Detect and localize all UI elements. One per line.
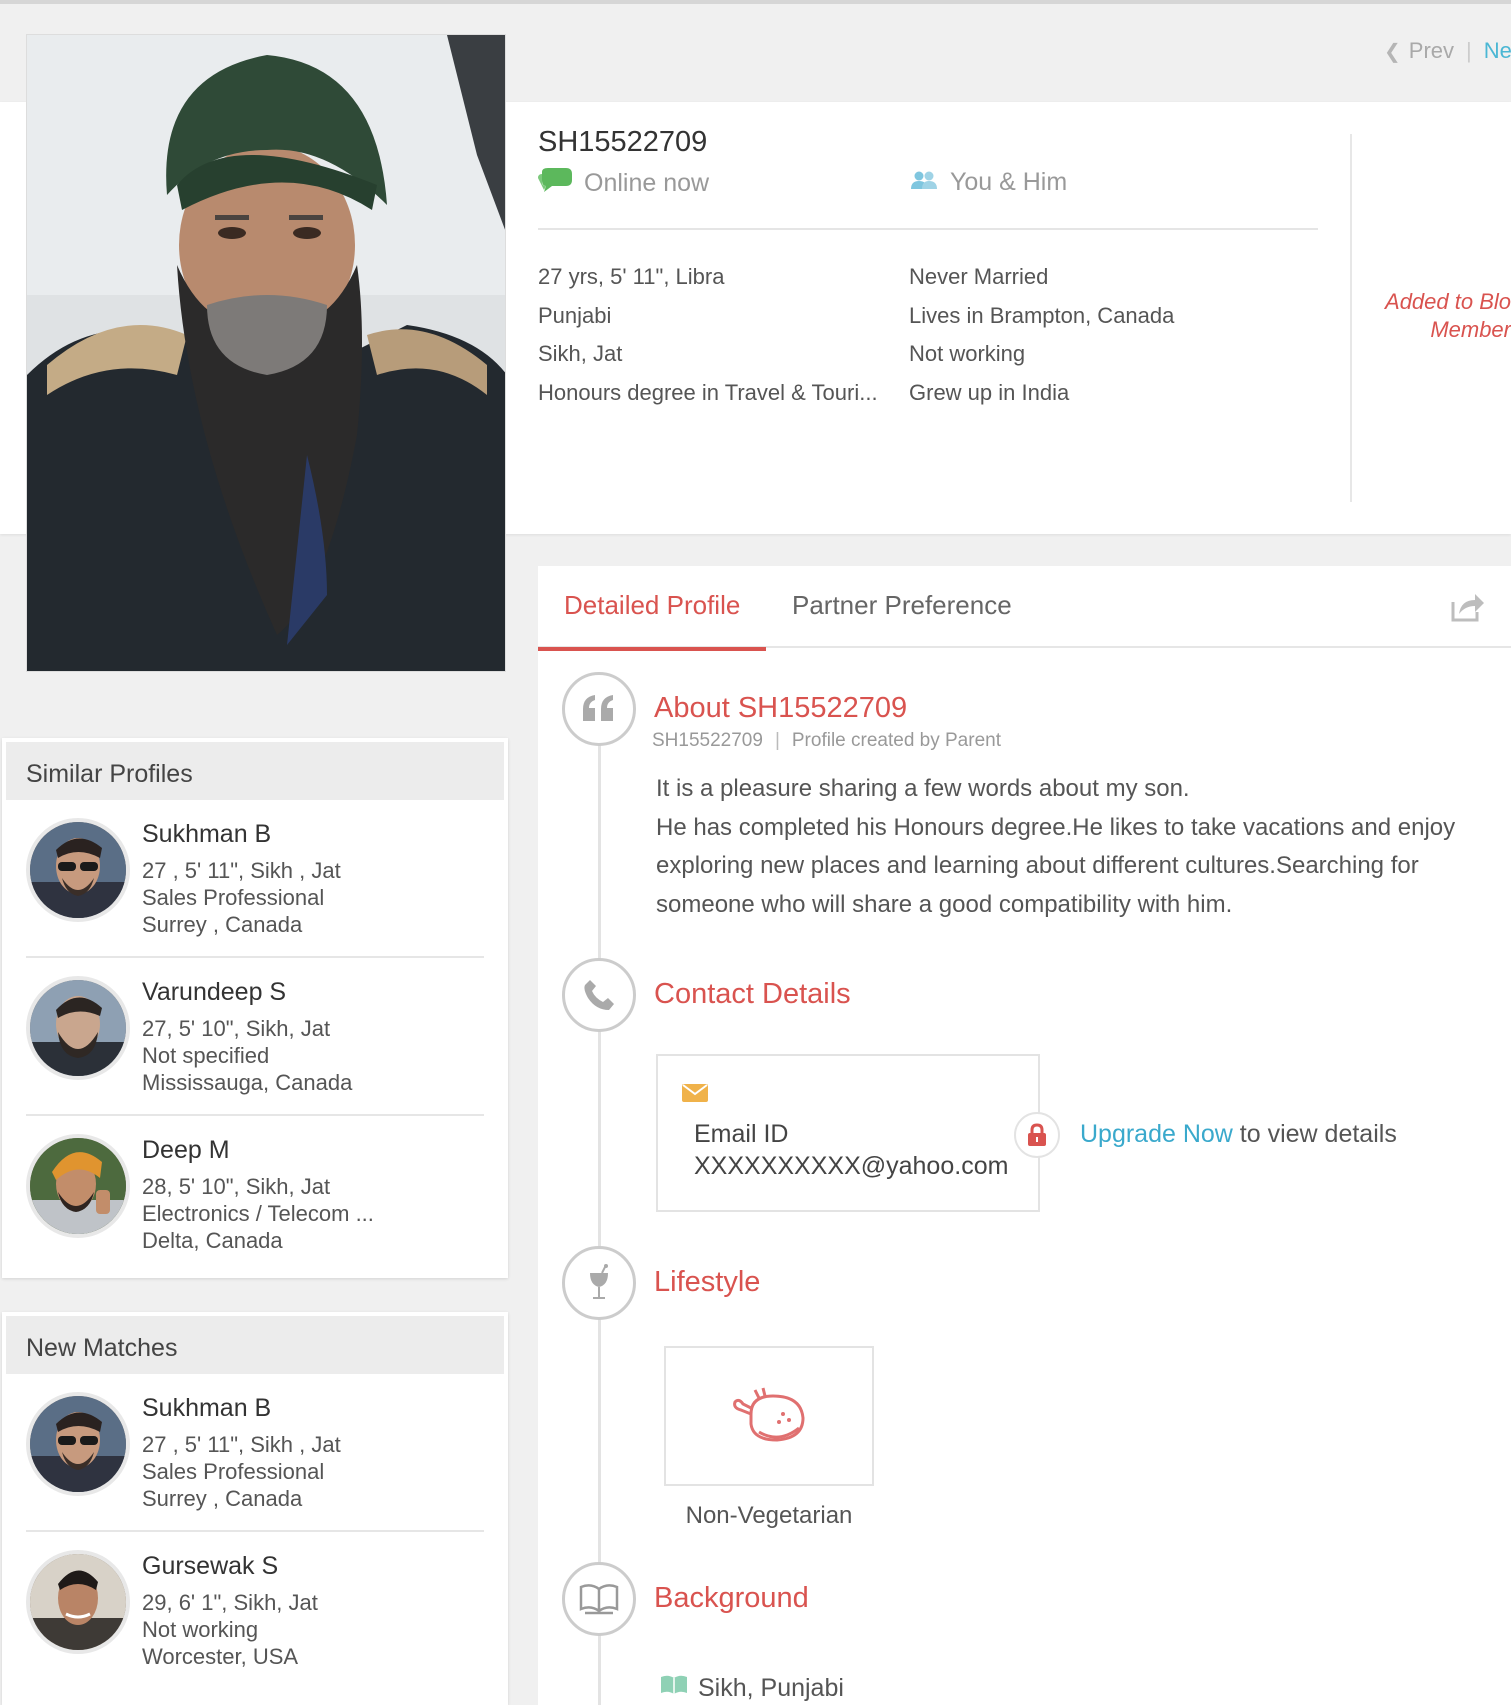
diet-box [664, 1346, 874, 1486]
lifestyle-title: Lifestyle [654, 1266, 761, 1298]
diet-label: Non-Vegetarian [685, 1502, 853, 1529]
new-match-item[interactable]: Sukhman B 27 , 5' 11", Sikh , Jat Sales … [26, 1374, 484, 1532]
profile-tabs: Detailed Profile Partner Preference [537, 566, 1511, 651]
profile-photo[interactable] [26, 34, 506, 672]
upgrade-now-link[interactable]: Upgrade Now [1080, 1120, 1233, 1148]
fact-grew-up: Grew up in India [909, 379, 1070, 405]
blocked-notice-line1: Added to Bloc [1385, 289, 1511, 314]
profile-location: Surrey , Canada [142, 912, 303, 937]
new-match-item[interactable]: Gursewak S 29, 6' 1", Sikh, Jat Not work… [26, 1532, 484, 1690]
similar-profiles-card: Similar Profiles Sukhman B 27 , 5' 11", … [2, 738, 508, 1278]
profile-occupation: Electronics / Telecom ... [142, 1201, 374, 1226]
profile-occupation: Not working [142, 1617, 259, 1642]
about-text-line2: He has completed his Honours degree.He l… [656, 813, 1456, 918]
envelope-icon [682, 1084, 708, 1107]
profile-basics: 28, 5' 10", Sikh, Jat [142, 1174, 331, 1199]
profile-basics: 29, 6' 1", Sikh, Jat [142, 1590, 318, 1615]
tab-partner-preference[interactable]: Partner Preference [792, 590, 1012, 621]
similar-profiles-title: Similar Profiles [6, 742, 504, 800]
lock-icon [1014, 1112, 1060, 1158]
users-icon [910, 168, 938, 197]
profile-occupation: Sales Professional [142, 1459, 325, 1484]
avatar[interactable] [26, 976, 130, 1080]
fact-marital-status: Never Married [909, 264, 1049, 289]
about-created-by: Profile created by Parent [791, 730, 1001, 751]
profile-facts-left: 27 yrs, 5' 11", Libra Punjabi Sikh, Jat … [538, 258, 878, 412]
similar-profile-item[interactable]: Varundeep S 27, 5' 10", Sikh, Jat Not sp… [26, 958, 484, 1116]
profile-occupation: Sales Professional [142, 885, 325, 910]
about-sub-separator: | [774, 730, 780, 751]
background-title: Background [654, 1582, 809, 1614]
email-box: Email ID XXXXXXXXXX@yahoo.com [656, 1054, 1040, 1212]
profile-basics: 27 , 5' 11", Sikh , Jat [142, 1432, 341, 1457]
about-title: About SH15522709 [654, 692, 908, 724]
profile-name[interactable]: Varundeep S [142, 978, 286, 1007]
detailed-profile-card: Detailed Profile Partner Preference Abou… [537, 566, 1511, 1705]
avatar[interactable] [26, 818, 130, 922]
prev-link[interactable]: Prev [1409, 38, 1454, 64]
email-label: Email ID [694, 1120, 789, 1148]
you-and-him-link[interactable]: You & Him [910, 168, 1067, 197]
avatar[interactable] [26, 1392, 130, 1496]
fact-profession: Not working [909, 341, 1026, 366]
upgrade-prompt: Upgrade Now to view details [1080, 1120, 1397, 1149]
profile-location: Worcester, USA [142, 1644, 299, 1669]
tab-detailed-profile[interactable]: Detailed Profile [537, 590, 767, 651]
top-border [0, 0, 1511, 4]
fact-education: Honours degree in Travel & Touri... [538, 379, 878, 405]
header-vertical-divider [1350, 134, 1352, 502]
profile-id: SH15522709 [538, 126, 708, 158]
cocktail-icon [562, 1246, 636, 1320]
similar-profile-item[interactable]: Sukhman B 27 , 5' 11", Sikh , Jat Sales … [26, 800, 484, 958]
profile-basics: 27 , 5' 11", Sikh , Jat [142, 858, 341, 883]
avatar[interactable] [26, 1550, 130, 1654]
email-value: XXXXXXXXXX@yahoo.com [694, 1152, 1009, 1180]
fact-location: Lives in Brampton, Canada [909, 302, 1175, 328]
blocked-notice: Added to Bloc Members [1372, 288, 1511, 344]
fact-age-height-sign: 27 yrs, 5' 11", Libra [538, 264, 725, 289]
next-link[interactable]: Nex [1484, 38, 1511, 64]
pager-separator: | [1466, 38, 1472, 63]
profile-facts-right: Never Married Lives in Brampton, Canada … [909, 258, 1289, 412]
share-icon[interactable] [1451, 592, 1485, 627]
profile-occupation: Not specified [142, 1043, 270, 1068]
religion-book-icon [660, 1674, 688, 1703]
profile-name[interactable]: Sukhman B [142, 820, 271, 849]
blocked-notice-line2: Members [1430, 317, 1511, 342]
new-matches-title: New Matches [6, 1316, 504, 1374]
fact-mother-tongue: Punjabi [538, 302, 612, 328]
profile-location: Surrey , Canada [142, 1486, 303, 1511]
profile-location: Mississauga, Canada [142, 1070, 353, 1095]
background-value: Sikh, Punjabi [698, 1674, 844, 1702]
new-matches-card: New Matches Sukhman B 27 , 5' 11", Sikh … [2, 1312, 508, 1705]
you-and-him-text: You & Him [950, 168, 1068, 196]
header-divider [538, 228, 1318, 230]
chevron-left-icon: ❮ [1384, 40, 1401, 63]
similar-profile-item[interactable]: Deep M 28, 5' 10", Sikh, Jat Electronics… [26, 1116, 484, 1274]
profile-name[interactable]: Deep M [142, 1136, 230, 1165]
avatar[interactable] [26, 1134, 130, 1238]
timeline-line [598, 726, 601, 1705]
chat-bubble-icon [538, 168, 574, 199]
about-text: It is a pleasure sharing a few words abo… [656, 770, 1506, 924]
chicken-icon [729, 1384, 809, 1449]
fact-religion-community: Sikh, Jat [538, 341, 623, 366]
about-subtitle: SH15522709 | Profile created by Parent [652, 730, 1001, 752]
contact-title: Contact Details [654, 978, 851, 1010]
book-icon [562, 1562, 636, 1636]
about-text-line1: It is a pleasure sharing a few words abo… [656, 775, 1190, 802]
pager: ❮ Prev | Nex [1384, 38, 1511, 64]
profile-location: Delta, Canada [142, 1228, 283, 1253]
phone-icon [562, 958, 636, 1032]
about-sub-id: SH15522709 [652, 730, 763, 751]
online-status: Online now [538, 168, 709, 199]
quote-icon [562, 672, 636, 746]
upgrade-rest-text: to view details [1232, 1120, 1397, 1148]
profile-name[interactable]: Gursewak S [142, 1552, 278, 1581]
online-status-text: Online now [584, 169, 710, 197]
background-religion: Sikh, Punjabi [660, 1674, 844, 1703]
profile-name[interactable]: Sukhman B [142, 1394, 271, 1423]
profile-basics: 27, 5' 10", Sikh, Jat [142, 1016, 331, 1041]
